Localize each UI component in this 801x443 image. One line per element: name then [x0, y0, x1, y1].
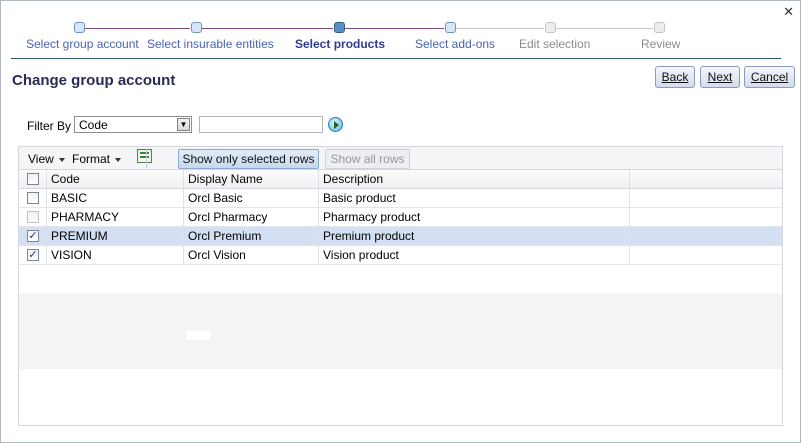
format-menu[interactable]: Format [72, 152, 122, 166]
cell-filler [630, 246, 782, 264]
cell-filler [630, 227, 782, 245]
train-divider [11, 58, 781, 59]
format-menu-label: Format [72, 152, 111, 166]
table-empty-marker [186, 331, 210, 340]
cell-display-name: Orcl Basic [184, 189, 319, 207]
view-menu[interactable]: View [28, 152, 65, 166]
train-step-label: Review [641, 37, 681, 51]
train-stop-5 [545, 22, 556, 33]
row-select-cell: ✓ [19, 246, 47, 264]
next-button-label: Next [707, 70, 733, 84]
cancel-button[interactable]: Cancel [744, 66, 795, 88]
filter-label: Filter By [27, 119, 72, 133]
back-button-label: Back [661, 70, 689, 84]
check-icon: ✓ [28, 249, 38, 261]
train-stop-6 [654, 22, 665, 33]
filter-by-selected-value: Code [79, 118, 108, 132]
show-selected-rows-button[interactable]: Show only selected rows [178, 149, 319, 169]
cell-description: Basic product [319, 189, 630, 207]
train-step-label[interactable]: Select group account [26, 37, 139, 51]
process-train: Select group account Select insurable ent… [11, 9, 781, 61]
column-header-code[interactable]: Code [47, 170, 184, 188]
filter-value-input[interactable] [199, 116, 323, 133]
cell-description: Premium product [319, 227, 630, 245]
view-caret-icon [58, 157, 65, 162]
train-connector [345, 28, 444, 29]
table-row[interactable]: ✓ VISION Orcl Vision Vision product [19, 246, 782, 265]
format-caret-icon [115, 157, 122, 162]
train-connector [556, 28, 653, 29]
show-all-rows-button: Show all rows [325, 149, 410, 169]
train-step-label[interactable]: Select products [295, 37, 385, 51]
train-stop-1[interactable] [74, 22, 85, 33]
row-checkbox[interactable] [27, 192, 39, 204]
page-title: Change group account [12, 72, 176, 89]
cell-display-name: Orcl Vision [184, 246, 319, 264]
cancel-button-label: Cancel [750, 70, 789, 84]
cell-code: PHARMACY [47, 208, 184, 226]
filter-by-select[interactable]: Code ▼ [74, 116, 192, 133]
toolbar-separator [146, 149, 147, 168]
cell-description: Vision product [319, 246, 630, 264]
column-header-display-name[interactable]: Display Name [184, 170, 319, 188]
train-stop-2[interactable] [191, 22, 202, 33]
row-checkbox[interactable] [27, 211, 39, 223]
column-header-filler [630, 170, 782, 188]
close-icon[interactable]: ✕ [783, 4, 794, 20]
cell-code: PREMIUM [47, 227, 184, 245]
train-connector [85, 28, 190, 29]
row-select-cell: ✓ [19, 227, 47, 245]
table-toolbar: View Format Show only selected rows Show… [18, 146, 783, 170]
table-row[interactable]: PHARMACY Orcl Pharmacy Pharmacy product [19, 208, 782, 227]
train-step-label[interactable]: Select insurable entities [147, 37, 274, 51]
train-connector [456, 28, 544, 29]
train-stop-3[interactable] [334, 22, 345, 33]
select-all-checkbox[interactable] [27, 173, 39, 185]
check-icon: ✓ [28, 230, 38, 242]
table-empty-area [19, 293, 782, 369]
row-checkbox[interactable]: ✓ [27, 249, 39, 261]
row-select-cell [19, 189, 47, 207]
cell-code: VISION [47, 246, 184, 264]
column-header-description[interactable]: Description [319, 170, 630, 188]
row-select-cell [19, 208, 47, 226]
cell-display-name: Orcl Pharmacy [184, 208, 319, 226]
train-step-label[interactable]: Select add-ons [415, 37, 495, 51]
go-arrow-icon[interactable] [328, 117, 343, 132]
train-step-label: Edit selection [519, 37, 591, 51]
train-stop-4[interactable] [445, 22, 456, 33]
cell-display-name: Orcl Premium [184, 227, 319, 245]
cell-description: Pharmacy product [319, 208, 630, 226]
view-menu-label: View [28, 152, 54, 166]
products-table: Code Display Name Description BASIC Orcl … [18, 170, 783, 426]
cell-filler [630, 189, 782, 207]
cell-filler [630, 208, 782, 226]
table-header-row: Code Display Name Description [19, 170, 782, 189]
chevron-down-icon[interactable]: ▼ [177, 118, 190, 131]
select-all-cell [19, 170, 47, 188]
dialog-window: ✕ Select group account Select insurable e… [0, 0, 801, 443]
table-row[interactable]: ✓ PREMIUM Orcl Premium Premium product [19, 227, 782, 246]
back-button[interactable]: Back [655, 66, 695, 88]
excel-export-icon[interactable] [137, 149, 152, 163]
next-button[interactable]: Next [700, 66, 740, 88]
row-checkbox[interactable]: ✓ [27, 230, 39, 242]
table-row[interactable]: BASIC Orcl Basic Basic product [19, 189, 782, 208]
cell-code: BASIC [47, 189, 184, 207]
train-connector [202, 28, 333, 29]
